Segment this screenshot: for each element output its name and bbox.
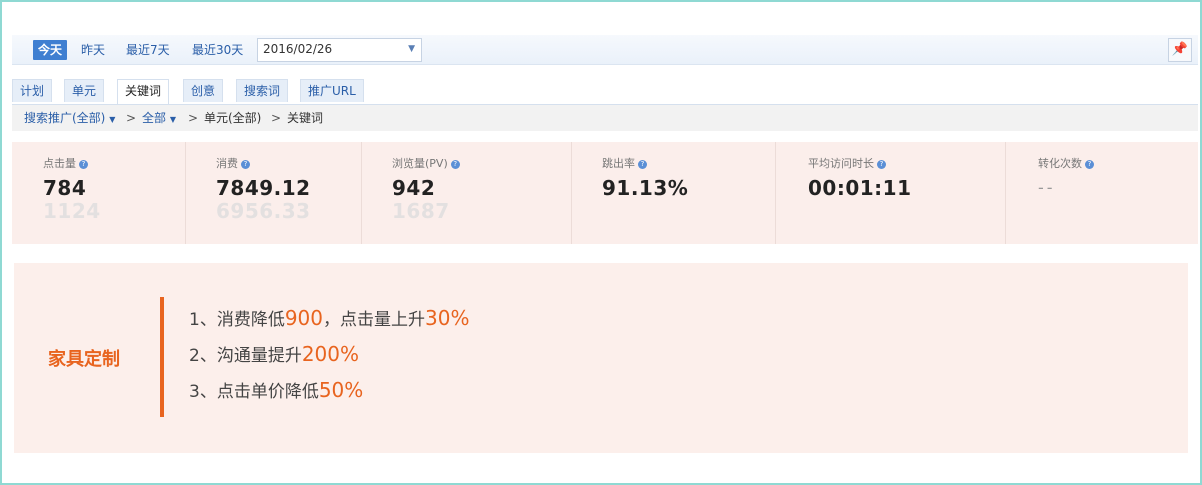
metric-label: 转化次数? (1038, 155, 1094, 171)
promo-banner: 家具定制 1、消费降低900，点击量上升30% 2、沟通量提升200% 3、点击… (14, 263, 1188, 453)
date-range-bar: 今天 昨天 最近7天 最近30天 2016/02/26 ▼ (12, 35, 1198, 65)
metric-value: -- (1038, 178, 1056, 197)
breadcrumb-level3: 单元(全部) (204, 111, 262, 125)
metric-clicks: 点击量? 784 1124 (12, 142, 186, 244)
chevron-down-icon: ▼ (408, 44, 415, 54)
metric-cost: 消费? 7849.12 6956.33 (185, 142, 362, 244)
question-icon[interactable]: ? (450, 160, 460, 169)
breadcrumb-separator: > (188, 111, 199, 125)
metric-label: 点击量? (43, 155, 88, 171)
tab-search-term[interactable]: 搜索词 (236, 79, 289, 102)
metric-avg-visit-duration: 平均访问时长? 00:01:11 (775, 142, 1006, 244)
question-icon[interactable]: ? (79, 160, 88, 169)
report-panel: 今天 昨天 最近7天 最近30天 2016/02/26 ▼ 📌 计划 单元 关键… (0, 0, 1202, 485)
breadcrumb-separator: > (271, 111, 282, 125)
breadcrumb-level4: 关键词 (287, 111, 324, 125)
promo-title: 家具定制 (48, 349, 120, 370)
promo-line-1: 1、消费降低900，点击量上升30% (189, 306, 470, 330)
promo-line-2: 2、沟通量提升200% (189, 342, 360, 366)
promo-line-3: 3、点击单价降低50% (189, 378, 364, 402)
date-select[interactable]: 2016/02/26 ▼ (257, 38, 422, 62)
breadcrumb-level2[interactable]: 全部 ▼ (142, 105, 176, 133)
tab-plan[interactable]: 计划 (12, 79, 53, 102)
metric-label: 浏览量(PV)? (392, 155, 460, 171)
metric-value: 784 (43, 176, 87, 200)
metric-compare-value: 1124 (43, 199, 101, 223)
chevron-down-icon: ▼ (109, 115, 116, 124)
metrics-summary: 点击量? 784 1124 消费? 7849.12 6956.33 浏览量(PV… (12, 142, 1198, 244)
metric-pageviews: 浏览量(PV)? 942 1687 (361, 142, 572, 244)
pin-icon[interactable]: 📌 (1168, 38, 1192, 62)
metric-label: 平均访问时长? (808, 155, 886, 171)
date-select-value: 2016/02/26 (263, 42, 333, 56)
metric-value: 91.13% (602, 176, 689, 200)
metric-bounce-rate: 跳出率? 91.13% (571, 142, 776, 244)
metric-compare-value: 6956.33 (216, 199, 311, 223)
metric-value: 00:01:11 (808, 176, 912, 200)
promo-divider (160, 297, 164, 417)
tab-unit[interactable]: 单元 (64, 79, 105, 102)
breadcrumb-root[interactable]: 搜索推广(全部) ▼ (24, 105, 115, 133)
date-last7-button[interactable]: 最近7天 (121, 40, 175, 60)
question-icon[interactable]: ? (877, 160, 886, 169)
date-last30-button[interactable]: 最近30天 (187, 40, 248, 60)
metric-label: 跳出率? (602, 155, 647, 171)
tab-creative[interactable]: 创意 (183, 79, 224, 102)
date-yesterday-button[interactable]: 昨天 (76, 40, 110, 60)
metric-value: 942 (392, 176, 436, 200)
breadcrumb-separator: > (126, 111, 137, 125)
breadcrumb: 搜索推广(全部) ▼ > 全部 ▼ > 单元(全部) > 关键词 (12, 104, 1198, 131)
question-icon[interactable]: ? (638, 160, 647, 169)
metric-label: 消费? (216, 155, 250, 171)
question-icon[interactable]: ? (1085, 160, 1094, 169)
metric-conversions: 转化次数? -- (1005, 142, 1198, 244)
tab-keyword[interactable]: 关键词 (117, 79, 170, 104)
metric-value: 7849.12 (216, 176, 311, 200)
tab-promo-url[interactable]: 推广URL (300, 79, 364, 102)
chevron-down-icon: ▼ (169, 115, 176, 124)
metric-compare-value: 1687 (392, 199, 450, 223)
date-today-button[interactable]: 今天 (33, 40, 68, 60)
question-icon[interactable]: ? (241, 160, 250, 169)
